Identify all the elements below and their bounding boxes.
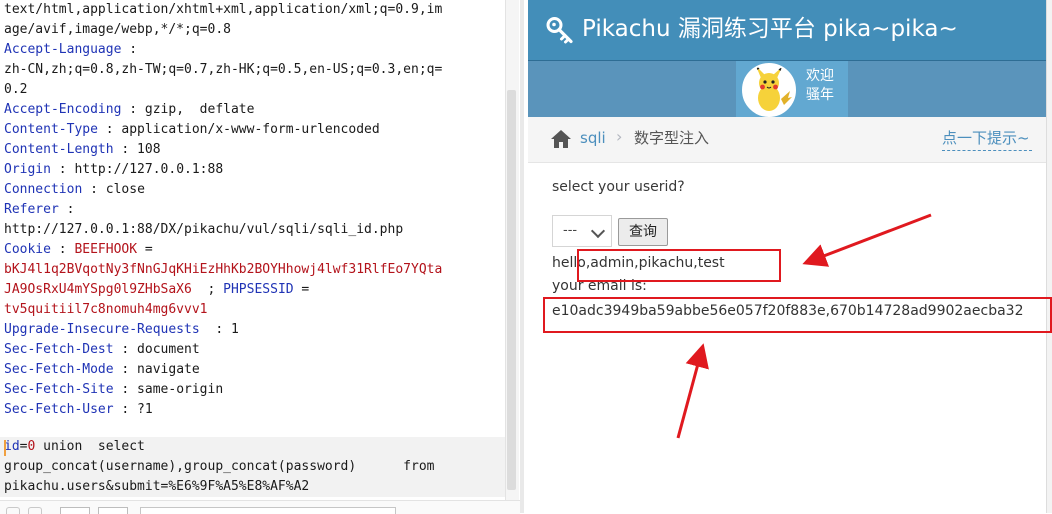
annotation-arrow-to-usernames [802,213,932,267]
annotation-arrow-to-passwords [676,343,709,439]
annotation-arrows [676,213,932,439]
